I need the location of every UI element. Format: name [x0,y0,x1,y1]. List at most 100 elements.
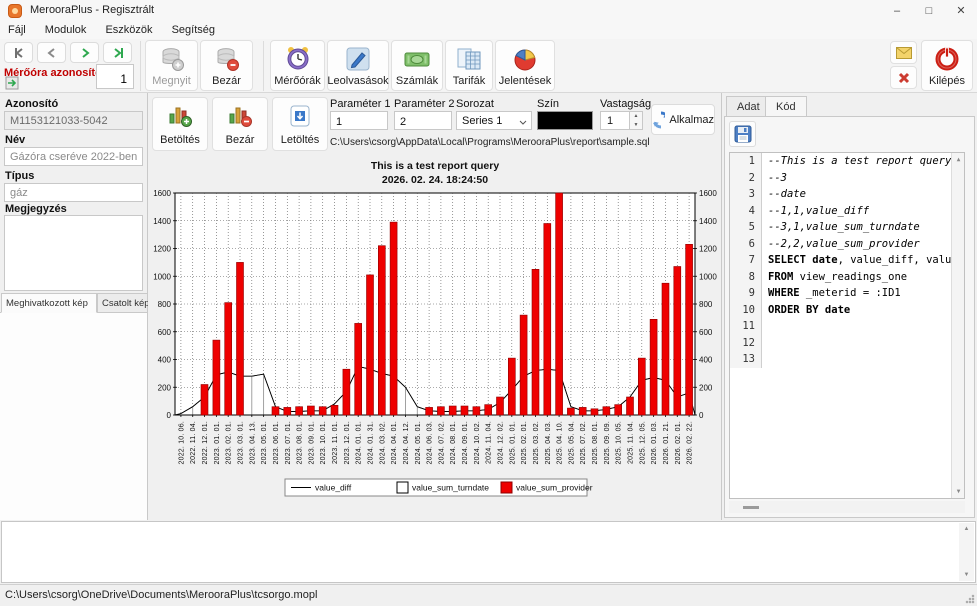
name-field[interactable]: Gázóra cseréve 2022-ben [4,147,143,166]
app-icon [8,4,22,18]
log-scroll-down-icon[interactable]: ▼ [959,572,974,578]
code-line: 13 [730,351,964,368]
download-report-label: Letöltés [281,134,320,146]
tariffs-button[interactable]: Tarifák [445,40,493,91]
nav-first-button[interactable] [4,42,33,63]
tab-data[interactable]: Adat [726,96,771,117]
menu-help[interactable]: Segítség [164,22,223,38]
close-report-button[interactable]: Bezár [212,97,268,151]
maximize-button[interactable]: □ [913,0,945,22]
svg-text:value_sum_turndate: value_sum_turndate [412,483,489,493]
resize-grip[interactable] [965,594,975,604]
tab-attached-image[interactable]: Csatolt kép [97,293,148,313]
svg-text:2024. 11. 04.: 2024. 11. 04. [486,421,493,464]
svg-text:2024. 04. 01.: 2024. 04. 01. [391,421,398,464]
menu-file[interactable]: Fájl [0,22,34,38]
series-select-value: Series 1 [462,115,502,127]
svg-text:2025. 04. 03.: 2025. 04. 03. [545,421,552,464]
close-record-button[interactable]: Bezár [200,40,253,91]
svg-text:This is a test report query: This is a test report query [371,160,500,172]
minimize-button[interactable]: – [881,0,913,22]
tab-referenced-image[interactable]: Meghivatkozott kép [1,293,97,313]
tariffs-button-label: Tarifák [453,75,485,87]
chart-remove-icon [227,104,253,128]
readings-button[interactable]: Leolvasások [327,40,389,91]
title-bar: MerooraPlus - Regisztrált – □ ✕ [0,0,977,22]
editor-hscrollbar[interactable] [729,501,965,513]
width-stepper[interactable]: 1 [600,111,630,130]
menu-tools[interactable]: Eszközök [97,22,160,38]
type-field[interactable]: gáz [4,183,143,202]
close-database-icon [214,46,240,72]
svg-text:2024. 10. 02.: 2024. 10. 02. [474,421,481,464]
close-button[interactable]: ✕ [945,0,977,22]
color-swatch[interactable] [537,111,593,130]
reports-button[interactable]: Jelentések [495,40,555,91]
code-line: 7SELECT date, value_diff, value_sum_t [730,252,964,269]
width-stepper-arrows[interactable]: ▲▼ [630,111,643,130]
svg-text:2024. 03. 02.: 2024. 03. 02. [379,421,386,464]
svg-text:1000: 1000 [699,272,717,281]
sql-editor[interactable]: 1--This is a test report query2--33--dat… [729,152,965,499]
editor-vscrollbar[interactable]: ▲ ▼ [951,153,964,498]
svg-text:2024. 07. 02.: 2024. 07. 02. [438,421,445,464]
svg-text:2025. 10. 05.: 2025. 10. 05. [616,421,623,464]
svg-text:2025. 05. 04.: 2025. 05. 04. [568,421,575,464]
power-icon [934,46,960,72]
menu-modules[interactable]: Modulok [37,22,95,38]
note-field[interactable] [4,215,143,291]
envelope-icon [896,47,912,59]
param1-input[interactable] [330,111,388,130]
meters-button[interactable]: Mérőórák [270,40,325,91]
nav-prev-button[interactable] [37,42,66,63]
next-record-icon [79,47,91,59]
tab-code[interactable]: Kód [765,96,807,117]
alarm-clock-icon [285,46,311,72]
nav-last-button[interactable] [103,42,132,63]
readings-button-label: Leolvasások [327,75,388,87]
scroll-up-icon[interactable]: ▲ [952,156,965,163]
open-button[interactable]: Megnyit [145,40,198,91]
code-line: 2--3 [730,170,964,187]
nav-next-button[interactable] [70,42,99,63]
open-button-label: Megnyit [152,75,191,87]
param2-input[interactable] [394,111,452,130]
mail-button[interactable] [890,41,917,64]
status-file-path: C:\Users\csorg\OneDrive\Documents\Meroor… [5,589,317,601]
series-select[interactable]: Series 1 [456,111,532,130]
exit-button[interactable]: Kilépés [921,40,973,91]
log-vscrollbar[interactable]: ▲ ▼ [959,523,974,581]
image-tabs: Meghivatkozott kép Csatolt kép [0,293,148,313]
svg-text:0: 0 [699,411,704,420]
editor-hscroll-thumb[interactable] [743,506,759,509]
svg-text:1000: 1000 [153,272,171,281]
svg-text:400: 400 [158,356,172,365]
scroll-down-icon[interactable]: ▼ [952,488,965,495]
svg-text:2023. 02. 01.: 2023. 02. 01. [226,421,233,464]
refresh-icon [652,111,665,129]
code-line: 4--1,1,value_diff [730,203,964,220]
download-report-button[interactable]: Letöltés [272,97,328,151]
record-number-input[interactable] [96,64,134,89]
reports-button-label: Jelentések [499,75,552,87]
apply-button[interactable]: Alkalmaz [651,104,715,135]
svg-text:2024. 01. 01.: 2024. 01. 01. [356,421,363,464]
load-report-button[interactable]: Betöltés [152,97,208,151]
svg-text:200: 200 [699,383,713,392]
bills-button[interactable]: Számlák [391,40,443,91]
save-query-button[interactable] [729,121,756,147]
toolbar-separator [140,41,141,91]
code-line: 9WHERE _meterid = :ID1 [730,285,964,302]
svg-text:2024. 09. 01.: 2024. 09. 01. [462,421,469,464]
menu-bar: Fájl Modulok Eszközök Segítség [0,22,977,39]
apply-button-label: Alkalmaz [669,114,714,126]
svg-text:2024. 04. 12.: 2024. 04. 12. [403,421,410,464]
meters-button-label: Mérőórák [274,75,320,87]
log-scroll-up-icon[interactable]: ▲ [959,526,974,532]
close-report-label: Bezár [226,134,255,146]
svg-text:2025. 12. 05.: 2025. 12. 05. [639,421,646,464]
goto-record-icon[interactable] [5,76,19,93]
svg-text:2025. 03. 02.: 2025. 03. 02. [533,421,540,464]
code-panel: Adat Kód 1--This is a test report query2… [722,93,977,520]
cancel-button[interactable] [890,66,917,89]
